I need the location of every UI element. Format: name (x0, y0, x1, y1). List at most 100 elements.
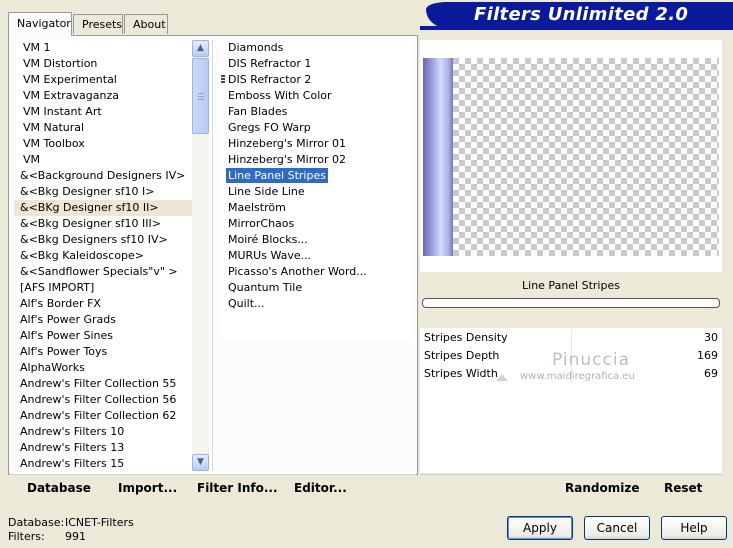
filter-item-label: Quantum Tile (228, 281, 303, 294)
param-name: Stripes Density (424, 331, 508, 344)
status-filters-label: Filters: (8, 530, 45, 543)
filter-item-label: Line Panel Stripes (226, 168, 328, 183)
param-name: Stripes Depth (424, 349, 500, 362)
filter-item[interactable]: Moiré Blocks... (222, 232, 414, 248)
cancel-button[interactable]: Cancel (584, 516, 650, 540)
filter-item[interactable]: Diamonds (222, 40, 414, 56)
category-item[interactable]: Andrew's Filter Collection 56 (14, 392, 192, 408)
filter-item[interactable]: Picasso's Another Word... (222, 264, 414, 280)
help-button[interactable]: Help (661, 516, 727, 540)
tab-about[interactable]: About (124, 14, 168, 34)
category-item[interactable]: Alf's Power Grads (14, 312, 192, 328)
import-button[interactable]: Import... (118, 481, 177, 495)
category-item[interactable]: &<Sandflower Specials"v" > (14, 264, 192, 280)
category-item[interactable]: Andrew's Filter Collection 62 (14, 408, 192, 424)
category-item[interactable]: &<Bkg Designer sf10 III> (14, 216, 192, 232)
category-item[interactable]: VM Instant Art (14, 104, 192, 120)
filter-item-label: Hinzeberg's Mirror 02 (228, 153, 347, 166)
param-row-stripes-density[interactable]: Stripes Density 30 (421, 329, 721, 348)
filter-item-label: Fan Blades (228, 105, 288, 118)
category-item[interactable]: Andrew's Filters 10 (14, 424, 192, 440)
filter-item-label: Hinzeberg's Mirror 01 (228, 137, 347, 150)
filter-info-button[interactable]: Filter Info... (197, 481, 278, 495)
filter-item-label: Line Side Line (228, 185, 305, 198)
category-item[interactable]: VM 1 (14, 40, 192, 56)
param-value[interactable]: 69 (704, 367, 718, 380)
category-item[interactable]: &<BKg Designer sf10 II> (14, 200, 192, 216)
filter-item-label: Quilt... (228, 297, 265, 310)
tab-presets[interactable]: Presets (73, 14, 123, 34)
filter-item[interactable]: Line Side Line (222, 184, 414, 200)
scroll-up-button[interactable]: ▲ (192, 40, 209, 57)
randomize-button[interactable]: Randomize (565, 481, 639, 495)
category-item[interactable]: Alf's Power Sines (14, 328, 192, 344)
filter-item[interactable]: Hinzeberg's Mirror 01 (222, 136, 414, 152)
category-item[interactable]: &<Bkg Designers sf10 IV> (14, 232, 192, 248)
filter-item-label: Moiré Blocks... (228, 233, 308, 246)
category-item[interactable]: Andrew's Filters 13 (14, 440, 192, 456)
scroll-thumb[interactable] (192, 58, 209, 134)
tab-navigator[interactable]: Navigator (8, 12, 72, 36)
filter-item[interactable]: Line Panel Stripes (222, 168, 414, 184)
status-database-label: Database: (8, 516, 65, 529)
param-value[interactable]: 169 (697, 349, 718, 362)
filter-item[interactable]: Quantum Tile (222, 280, 414, 296)
watermark-triangle-icon (496, 374, 508, 381)
filter-item[interactable]: Quilt... (222, 296, 414, 312)
param-value[interactable]: 30 (704, 331, 718, 344)
filter-item-label: Picasso's Another Word... (228, 265, 367, 278)
category-item[interactable]: VM (14, 152, 192, 168)
filter-item[interactable]: Maelström (222, 200, 414, 216)
category-list[interactable]: VM 1 VM Distortion VM Experimental VM Extra… (14, 40, 192, 471)
filter-item[interactable]: Emboss With Color (222, 88, 414, 104)
category-item[interactable]: VM Toolbox (14, 136, 192, 152)
preview-canvas (423, 58, 719, 256)
category-item[interactable]: AlphaWorks (14, 360, 192, 376)
filter-item[interactable]: MirrorChaos (222, 216, 414, 232)
category-item[interactable]: VM Experimental (14, 72, 192, 88)
reset-button[interactable]: Reset (664, 481, 702, 495)
category-item[interactable]: &<Bkg Kaleidoscope> (14, 248, 192, 264)
filter-item[interactable]: DIS Refractor 1 (222, 56, 414, 72)
filter-item-label: Diamonds (228, 41, 284, 54)
apply-button[interactable]: Apply (507, 516, 573, 540)
category-item[interactable]: VM Natural (14, 120, 192, 136)
category-scrollbar[interactable]: ▲ ▼ (192, 40, 209, 471)
preview-stripe (423, 58, 453, 256)
filter-item[interactable]: MURUs Wave... (222, 248, 414, 264)
category-item[interactable]: VM Extravaganza (14, 88, 192, 104)
progress-bar (422, 298, 720, 308)
filter-item[interactable]: Hinzeberg's Mirror 02 (222, 152, 414, 168)
status-filters-value: 991 (65, 530, 86, 543)
filter-item-label: MirrorChaos (228, 217, 295, 230)
category-item[interactable]: VM Distortion (14, 56, 192, 72)
list-separator (212, 40, 213, 471)
category-item[interactable]: Alf's Border FX (14, 296, 192, 312)
database-button[interactable]: Database (27, 481, 91, 495)
filter-item[interactable]: Fan Blades (222, 104, 414, 120)
filter-item-label: DIS Refractor 2 (228, 73, 312, 86)
category-item[interactable]: Alf's Power Toys (14, 344, 192, 360)
filter-item-label: Emboss With Color (228, 89, 332, 102)
filter-item[interactable]: Gregs FO Warp (222, 120, 414, 136)
param-row-empty (421, 383, 721, 402)
param-row-empty (421, 455, 721, 474)
editor-button[interactable]: Editor... (294, 481, 347, 495)
param-name: Stripes Width (424, 367, 498, 380)
category-item[interactable]: &<Bkg Designer sf10 I> (14, 184, 192, 200)
filter-item-label: Gregs FO Warp (228, 121, 311, 134)
param-row-empty (421, 419, 721, 438)
category-item[interactable]: [AFS IMPORT] (14, 280, 192, 296)
scroll-down-button[interactable]: ▼ (192, 454, 209, 471)
filter-item[interactable]: DIS Refractor 2 (222, 72, 414, 88)
filter-item-label: DIS Refractor 1 (228, 57, 312, 70)
grip-icon (221, 75, 225, 87)
category-item[interactable]: &<Background Designers IV> (14, 168, 192, 184)
category-item[interactable]: Andrew's Filters 15 (14, 456, 192, 471)
filter-item-label: Maelström (228, 201, 286, 214)
category-item[interactable]: Andrew's Filter Collection 55 (14, 376, 192, 392)
filter-name-label: Line Panel Stripes (522, 279, 620, 292)
title-banner-stripe (420, 26, 733, 30)
filter-list[interactable]: Diamonds DIS Refractor 1 DIS Refractor 2 Em… (222, 40, 414, 340)
watermark-name: Pinuccia (552, 350, 630, 370)
